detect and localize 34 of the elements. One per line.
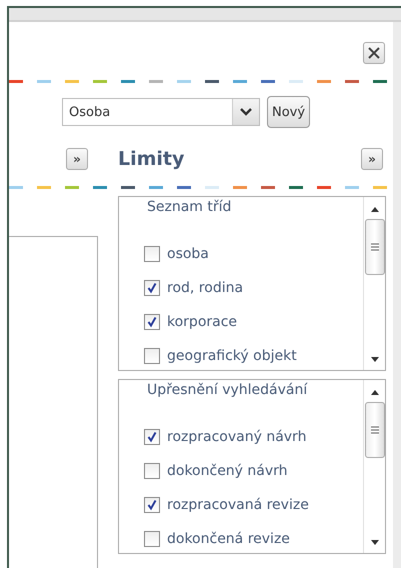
checkbox[interactable] <box>144 497 160 513</box>
scrollbar[interactable] <box>363 380 385 553</box>
scroll-thumb[interactable] <box>364 219 384 275</box>
checkbox-label: dokončená revize <box>167 531 290 547</box>
scroll-up-icon <box>370 390 378 395</box>
close-button[interactable] <box>363 42 385 64</box>
checkbox[interactable] <box>144 246 160 262</box>
close-icon <box>367 46 381 60</box>
scroll-down-icon <box>370 540 378 545</box>
checkbox[interactable] <box>144 429 160 445</box>
checkbox-label: rozpracovaná revize <box>167 497 309 513</box>
scroll-thumb[interactable] <box>364 402 384 458</box>
checkbox-label: osoba <box>167 246 209 262</box>
scroll-down-icon <box>370 357 378 362</box>
checkbox-label: dokončený návrh <box>167 463 288 479</box>
list-title: Seznam tříd <box>146 199 232 215</box>
checkbox-label: rozpracovaný návrh <box>167 429 306 445</box>
checkbox-label: korporace <box>167 314 238 330</box>
scroll-up-icon <box>370 207 378 212</box>
new-button[interactable]: Nový <box>267 96 310 128</box>
expand-button[interactable]: » <box>66 148 88 170</box>
checkbox[interactable] <box>144 280 160 296</box>
expand-button[interactable]: » <box>361 148 383 170</box>
checkbox[interactable] <box>144 463 160 479</box>
checkbox-label: geografický objekt <box>167 348 297 364</box>
checkbox-label: rod, rodina <box>167 280 244 296</box>
checkbox[interactable] <box>144 348 160 364</box>
panel-title: Limity <box>118 148 184 170</box>
checkbox[interactable] <box>144 531 160 547</box>
list-title: Upřesnění vyhledávání <box>146 382 308 398</box>
select-field[interactable]: Osoba <box>62 98 260 126</box>
scrollbar[interactable] <box>363 197 385 370</box>
checkbox[interactable] <box>144 314 160 330</box>
chevron-down-icon <box>240 108 252 116</box>
